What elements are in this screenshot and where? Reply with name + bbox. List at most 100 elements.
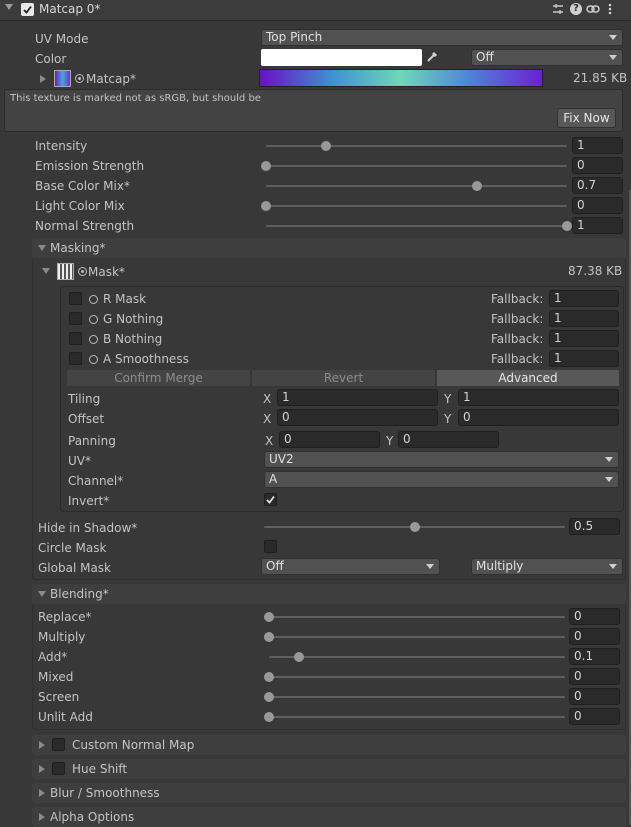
object-picker-icon[interactable] [78,267,87,276]
foldout-arrow-icon[interactable] [39,765,45,773]
slider-track[interactable] [266,145,567,147]
matcap-preview[interactable] [259,69,543,87]
channel-checkbox[interactable] [69,312,82,325]
section-toggle-checkbox[interactable] [52,762,65,775]
blend-track[interactable] [269,676,565,678]
slider-track[interactable] [266,205,567,207]
offset-x-field[interactable]: 0 [277,409,438,426]
slider-handle[interactable] [562,221,572,231]
slider-handle[interactable] [261,201,271,211]
slider-value-field[interactable]: 0.7 [572,177,623,194]
advanced-button[interactable]: Advanced [437,370,619,386]
foldout-arrow-icon[interactable] [39,789,45,797]
blend-value-field[interactable]: 0.1 [569,648,620,665]
offset-y-label: Y [444,412,452,426]
blend-track[interactable] [269,636,565,638]
slider-value-field[interactable]: 1 [572,137,623,154]
blend-label: Multiply [38,630,86,644]
object-picker-icon[interactable] [89,315,98,324]
blend-value-field[interactable]: 0 [569,628,620,645]
slider-track[interactable] [266,165,567,167]
revert-button[interactable]: Revert [252,370,435,386]
blend-value-field[interactable]: 0 [569,688,620,705]
foldout-arrow-icon[interactable] [42,268,50,274]
masking-section-header[interactable] [32,238,626,258]
foldout-arrow-icon[interactable] [40,75,46,83]
circle-mask-label: Circle Mask [38,541,107,555]
panning-x-field[interactable]: 0 [279,431,380,448]
uv-dropdown[interactable]: UV2 [264,451,619,468]
blend-handle[interactable] [264,632,274,642]
channel-checkbox[interactable] [69,292,82,305]
fallback-field[interactable]: 1 [549,310,619,327]
blend-handle[interactable] [264,712,274,722]
help-icon[interactable]: ? [570,3,582,15]
blend-handle[interactable] [294,652,304,662]
fix-now-button[interactable]: Fix Now [557,108,616,128]
fallback-field[interactable]: 1 [549,350,619,367]
blend-handle[interactable] [264,672,274,682]
blend-track[interactable] [269,656,565,658]
eyedropper-icon[interactable] [425,50,439,64]
fallback-label: Fallback: [491,292,544,306]
mask-thumbnail-icon[interactable] [57,263,74,280]
tiling-x-field[interactable]: 1 [277,389,438,406]
texture-thumbnail-icon[interactable] [54,70,71,87]
slider-label: Normal Strength [35,219,135,233]
invert-checkbox[interactable] [264,493,277,506]
channel-label: R Mask [103,292,147,306]
section-toggle-checkbox[interactable] [52,738,65,751]
blend-handle[interactable] [264,692,274,702]
link-icon[interactable] [586,3,600,15]
confirm-merge-button[interactable]: Confirm Merge [67,370,250,386]
slider-value-field[interactable]: 0 [572,197,623,214]
panning-y-field[interactable]: 0 [398,431,499,448]
presets-icon[interactable] [552,3,564,15]
object-picker-icon[interactable] [89,335,98,344]
global-mask-mode-dropdown[interactable]: Multiply [471,558,623,575]
blend-label: Replace* [38,610,92,624]
blend-value-field[interactable]: 0 [569,668,620,685]
offset-y-field[interactable]: 0 [458,409,619,426]
blend-track[interactable] [269,616,565,618]
color-swatch[interactable] [261,49,422,66]
slider-value-field[interactable]: 1 [572,217,623,234]
fallback-field[interactable]: 1 [549,290,619,307]
blend-value-field[interactable]: 0 [569,708,620,725]
slider-value-field[interactable]: 0 [572,157,623,174]
foldout-arrow-icon[interactable] [38,591,46,597]
hide-in-shadow-field[interactable]: 0.5 [569,518,620,535]
foldout-arrow-icon[interactable] [5,4,13,10]
foldout-arrow-icon[interactable] [39,813,45,821]
channel-checkbox[interactable] [69,352,82,365]
global-mask-value: Off [266,559,284,573]
object-picker-icon[interactable] [89,355,98,364]
foldout-arrow-icon[interactable] [38,245,46,251]
blend-value-field[interactable]: 0 [569,608,620,625]
blend-handle[interactable] [264,612,274,622]
channel-checkbox[interactable] [69,332,82,345]
tiling-y-field[interactable]: 1 [458,389,619,406]
component-enabled-checkbox[interactable] [21,3,34,16]
object-picker-icon[interactable] [75,74,84,83]
blending-section-header[interactable] [32,584,626,604]
blend-track[interactable] [269,716,565,718]
slider-handle[interactable] [321,141,331,151]
slider-track[interactable] [266,225,567,227]
mask-label: Mask* [88,265,125,279]
menu-kebab-icon[interactable] [608,2,612,16]
channel-dropdown[interactable]: A [264,471,619,488]
circle-mask-checkbox[interactable] [264,540,277,553]
global-mask-dropdown[interactable]: Off [261,558,440,575]
slider-handle[interactable] [261,161,271,171]
object-picker-icon[interactable] [89,295,98,304]
slider-handle[interactable] [472,181,482,191]
fallback-field[interactable]: 1 [549,330,619,347]
slider-track[interactable] [266,185,567,187]
foldout-arrow-icon[interactable] [39,741,45,749]
global-mask-label: Global Mask [38,561,112,575]
blend-track[interactable] [269,696,565,698]
hide-in-shadow-handle[interactable] [410,522,420,532]
uv-mode-dropdown[interactable]: Top Pinch [261,29,623,46]
color-mode-dropdown[interactable]: Off [471,49,623,66]
